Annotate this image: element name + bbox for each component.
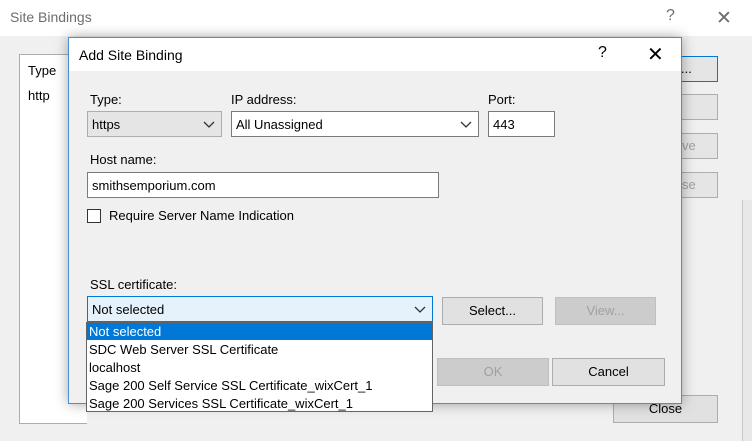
browse-binding-button[interactable]: se bbox=[677, 172, 718, 198]
sni-checkbox[interactable] bbox=[87, 209, 101, 223]
chevron-down-icon bbox=[414, 306, 426, 313]
add-binding-label: ... bbox=[681, 61, 692, 76]
port-input[interactable]: 443 bbox=[488, 111, 555, 137]
port-value: 443 bbox=[493, 117, 515, 132]
view-certificate-button[interactable]: View... bbox=[555, 297, 656, 325]
host-name-value: smithsemporium.com bbox=[92, 178, 216, 193]
type-label: Type: bbox=[90, 92, 122, 107]
dropdown-option[interactable]: SDC Web Server SSL Certificate bbox=[87, 341, 432, 358]
chevron-down-icon bbox=[460, 121, 472, 128]
close-icon[interactable]: ✕ bbox=[716, 7, 732, 30]
window-edge bbox=[742, 200, 752, 441]
browse-binding-label: se bbox=[682, 177, 696, 192]
ssl-certificate-select[interactable]: Not selected bbox=[87, 296, 433, 322]
dropdown-option[interactable]: Not selected bbox=[87, 323, 432, 340]
add-binding-button[interactable]: ... bbox=[677, 56, 718, 82]
help-icon[interactable]: ? bbox=[598, 44, 607, 62]
type-value: https bbox=[92, 117, 121, 132]
remove-binding-button[interactable]: ve bbox=[677, 133, 718, 159]
ok-button[interactable]: OK bbox=[437, 358, 549, 386]
type-select[interactable]: https bbox=[87, 111, 222, 137]
list-header-type: Type bbox=[28, 63, 57, 78]
ssl-certificate-dropdown[interactable]: Not selected SDC Web Server SSL Certific… bbox=[86, 322, 433, 412]
edit-binding-button[interactable] bbox=[677, 94, 718, 120]
chevron-down-icon bbox=[203, 121, 215, 128]
sni-label[interactable]: Require Server Name Indication bbox=[109, 208, 294, 223]
site-bindings-titlebar: Site Bindings ? ✕ bbox=[0, 0, 752, 36]
ip-address-value: All Unassigned bbox=[236, 117, 323, 132]
select-certificate-button[interactable]: Select... bbox=[442, 297, 543, 325]
close-icon[interactable]: ✕ bbox=[647, 42, 664, 67]
host-name-input[interactable]: smithsemporium.com bbox=[87, 172, 439, 198]
host-name-label: Host name: bbox=[90, 152, 157, 167]
list-item[interactable]: http bbox=[28, 88, 50, 103]
site-bindings-title: Site Bindings bbox=[10, 9, 92, 25]
help-icon[interactable]: ? bbox=[666, 7, 675, 25]
dropdown-option[interactable]: Sage 200 Self Service SSL Certificate_wi… bbox=[87, 377, 432, 394]
remove-binding-label: ve bbox=[682, 138, 696, 153]
cancel-button[interactable]: Cancel bbox=[552, 358, 665, 386]
ssl-certificate-label: SSL certificate: bbox=[90, 277, 177, 292]
ip-address-select[interactable]: All Unassigned bbox=[231, 111, 479, 137]
ip-address-label: IP address: bbox=[231, 92, 297, 107]
dropdown-option[interactable]: Sage 200 Services SSL Certificate_wixCer… bbox=[87, 395, 432, 412]
ssl-certificate-value: Not selected bbox=[92, 302, 165, 317]
dialog-titlebar: Add Site Binding ? ✕ bbox=[69, 38, 681, 71]
port-label: Port: bbox=[488, 92, 516, 107]
dropdown-option[interactable]: localhost bbox=[87, 359, 432, 376]
dialog-title: Add Site Binding bbox=[79, 47, 183, 63]
